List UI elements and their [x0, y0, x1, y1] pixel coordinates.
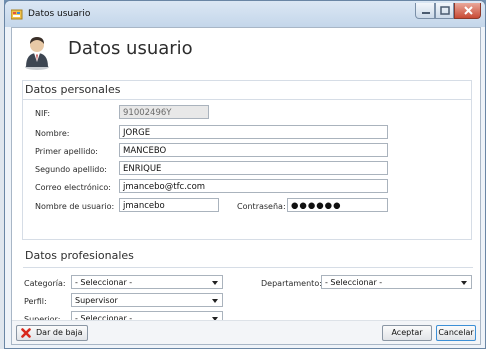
- categoria-dropdown[interactable]: - Seleccionar -: [71, 275, 223, 289]
- departamento-dropdown[interactable]: - Seleccionar -: [321, 275, 472, 289]
- maximize-icon: [440, 6, 450, 15]
- personal-group-title: Datos personales: [25, 83, 121, 96]
- chevron-down-icon: [461, 281, 467, 285]
- departamento-label: Departamento:: [261, 279, 322, 288]
- minimize-button[interactable]: [415, 3, 435, 19]
- aceptar-button[interactable]: Aceptar: [382, 325, 432, 341]
- perfil-value: Supervisor: [75, 296, 118, 305]
- dialog-footer: Dar de baja Aceptar Cancelar: [12, 320, 480, 344]
- dialog-window: Datos usuario Datos usuario Datos person…: [4, 0, 486, 349]
- window-title: Datos usuario: [28, 9, 91, 19]
- segundo-apellido-field[interactable]: ENRIQUE: [119, 161, 388, 175]
- dialog-client-area: Datos usuario Datos personales NIF: 9100…: [11, 27, 481, 345]
- segundo-apellido-label: Segundo apellido:: [35, 165, 107, 174]
- primer-apellido-field[interactable]: MANCEBO: [119, 143, 388, 157]
- nombre-label: Nombre:: [35, 129, 70, 138]
- group-divider: [23, 267, 473, 268]
- categoria-value: - Seleccionar -: [75, 278, 133, 287]
- nif-label: NIF:: [35, 109, 51, 118]
- chevron-down-icon: [212, 281, 218, 285]
- categoria-label: Categoría:: [24, 279, 66, 288]
- close-icon: [464, 6, 473, 15]
- personal-data-group: Datos personales NIF: 91002496Y Nombre: …: [22, 80, 472, 240]
- professional-data-group: Datos profesionales Categoría: - Selecci…: [22, 246, 473, 325]
- correo-label: Correo electrónico:: [35, 183, 111, 192]
- cancelar-button[interactable]: Cancelar: [436, 325, 476, 341]
- title-bar[interactable]: Datos usuario: [5, 1, 485, 27]
- page-title: Datos usuario: [68, 38, 193, 59]
- close-button[interactable]: [454, 3, 481, 19]
- dar-de-baja-button[interactable]: Dar de baja: [16, 325, 88, 341]
- password-field[interactable]: ●●●●●●: [287, 198, 388, 212]
- chevron-down-icon: [212, 299, 218, 303]
- dar-de-baja-label: Dar de baja: [36, 328, 83, 337]
- perfil-label: Perfil:: [24, 297, 47, 306]
- usuario-field[interactable]: jmancebo: [119, 198, 219, 212]
- dialog-header: Datos usuario: [12, 28, 480, 72]
- correo-field[interactable]: jmancebo@tfc.com: [119, 179, 388, 193]
- nif-field[interactable]: 91002496Y: [119, 105, 209, 119]
- perfil-dropdown[interactable]: Supervisor: [71, 293, 223, 307]
- departamento-value: - Seleccionar -: [325, 278, 383, 287]
- usuario-label: Nombre de usuario:: [35, 202, 115, 211]
- contrasena-label: Contraseña:: [237, 202, 286, 211]
- maximize-button[interactable]: [435, 3, 454, 19]
- group-divider: [23, 99, 471, 100]
- red-x-icon: [21, 328, 31, 338]
- primer-apellido-label: Primer apellido:: [35, 147, 98, 156]
- nombre-field[interactable]: JORGE: [119, 125, 388, 139]
- professional-group-title: Datos profesionales: [25, 249, 134, 262]
- user-icon: [25, 37, 49, 70]
- window-app-icon: [11, 9, 23, 20]
- minimize-icon: [422, 12, 430, 14]
